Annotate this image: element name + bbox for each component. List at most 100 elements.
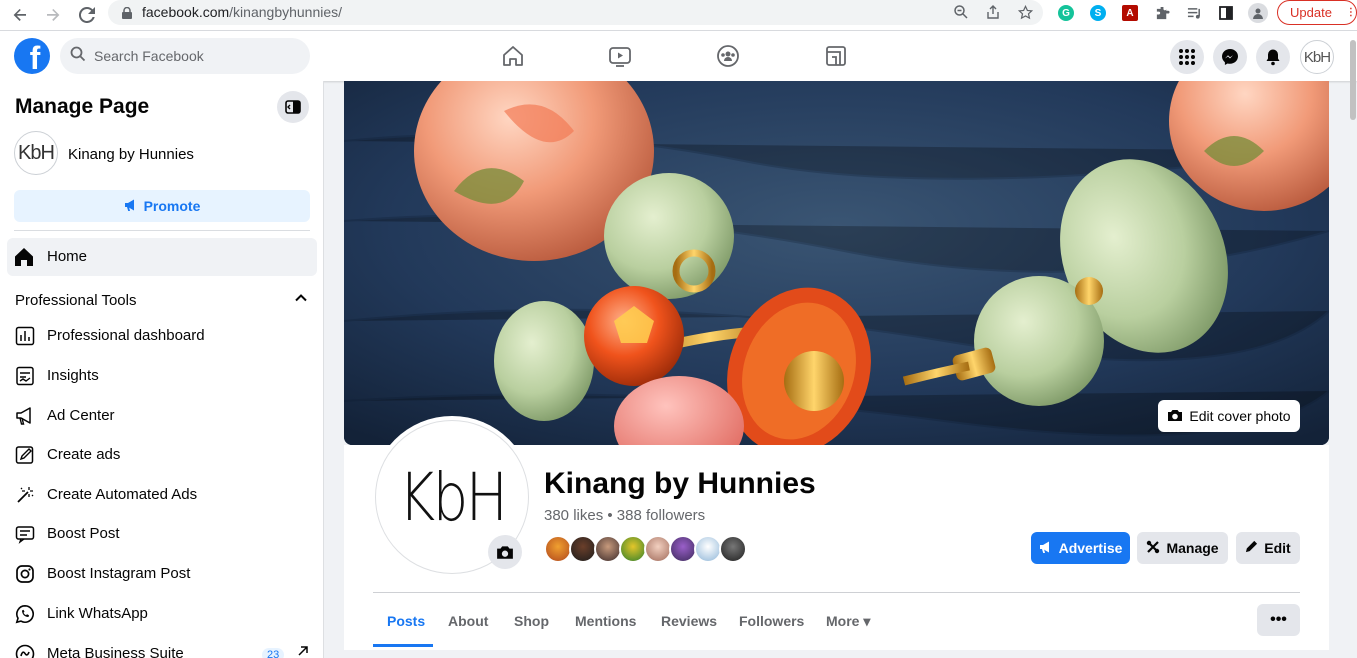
tab-mentions[interactable]: Mentions xyxy=(575,613,636,629)
avatar[interactable] xyxy=(669,535,697,563)
sidebar-item-label: Home xyxy=(47,248,88,265)
sidebar-item-link-whatsapp[interactable]: Link WhatsApp xyxy=(7,596,317,632)
kebab-menu-icon: ⋮ xyxy=(1345,6,1356,18)
forward-icon[interactable] xyxy=(42,4,64,26)
sidebar-divider xyxy=(14,230,310,231)
edit-cover-photo-label: Edit cover photo xyxy=(1189,408,1291,424)
bookmark-star-icon[interactable] xyxy=(1016,3,1034,21)
sidebar-item-label: Boost Instagram Post xyxy=(47,565,191,582)
manage-label: Manage xyxy=(1166,540,1219,556)
page-stats[interactable]: 380 likes • 388 followers xyxy=(544,507,705,524)
sidebar-item-meta-business-suite[interactable]: Meta Business Suite 23 xyxy=(7,636,317,658)
address-bar[interactable]: facebook.com/kinangbyhunnies/ xyxy=(108,0,1043,25)
sidebar-item-label: Professional dashboard xyxy=(47,327,205,344)
back-icon[interactable] xyxy=(9,4,31,26)
side-panel-icon[interactable] xyxy=(1217,4,1235,22)
sidebar-item-label: Insights xyxy=(47,367,99,384)
menu-grid-icon[interactable] xyxy=(1170,40,1204,74)
sidebar-item-boost-post[interactable]: Boost Post xyxy=(7,516,317,552)
url-text: facebook.com/kinangbyhunnies/ xyxy=(142,4,342,20)
sidebar-item-label: Boost Post xyxy=(47,525,120,542)
cover-photo[interactable] xyxy=(344,81,1329,445)
facebook-logo[interactable]: f xyxy=(14,38,50,74)
insights-icon xyxy=(14,365,36,387)
tabs-divider xyxy=(373,592,1300,593)
promote-label: Promote xyxy=(143,198,201,214)
promote-button[interactable]: Promote xyxy=(14,190,310,222)
tab-about[interactable]: About xyxy=(448,613,488,629)
manage-page-sidebar: Manage Page KbH Kinang by Hunnies Promot… xyxy=(0,81,324,658)
avatar[interactable] xyxy=(719,535,747,563)
home-icon xyxy=(13,246,35,273)
whatsapp-icon xyxy=(14,603,36,625)
instagram-icon xyxy=(14,563,36,585)
extensions-icon[interactable] xyxy=(1153,4,1171,22)
advertise-button[interactable]: Advertise xyxy=(1031,532,1130,564)
zoom-icon[interactable] xyxy=(952,3,970,21)
tab-shop[interactable]: Shop xyxy=(514,613,549,629)
collapse-sidebar-icon[interactable] xyxy=(277,91,309,123)
megaphone-icon xyxy=(1039,540,1053,557)
more-options-button[interactable]: ••• xyxy=(1257,604,1300,636)
facebook-logo-letter: f xyxy=(29,40,41,74)
pencil-icon xyxy=(14,444,36,466)
sidebar-item-label: Meta Business Suite xyxy=(47,645,184,658)
share-icon[interactable] xyxy=(984,3,1002,21)
sidebar-item-ad-center[interactable]: Ad Center xyxy=(7,398,317,434)
update-button[interactable]: Update ⋮ xyxy=(1277,0,1357,25)
sidebar-item-boost-instagram-post[interactable]: Boost Instagram Post xyxy=(7,556,317,592)
profile-icon[interactable] xyxy=(1248,3,1268,23)
sidebar-item-home[interactable]: Home xyxy=(7,238,317,276)
browser-toolbar: facebook.com/kinangbyhunnies/ G S A Upda… xyxy=(0,0,1357,31)
pdf-icon[interactable]: A xyxy=(1122,5,1138,21)
sidebar-item-create-ads[interactable]: Create ads xyxy=(7,437,317,473)
nav-home-icon[interactable] xyxy=(485,39,541,73)
external-link-icon xyxy=(297,644,309,658)
sidebar-item-label: Ad Center xyxy=(47,407,115,424)
nav-groups-icon[interactable] xyxy=(700,39,756,73)
edit-button[interactable]: Edit xyxy=(1236,532,1300,564)
tab-posts[interactable]: Posts xyxy=(387,613,425,629)
professional-tools-header[interactable]: Professional Tools xyxy=(15,292,136,309)
sidebar-item-insights[interactable]: Insights xyxy=(7,358,317,394)
messenger-icon[interactable] xyxy=(1213,40,1247,74)
page-scrollbar[interactable] xyxy=(1350,40,1356,120)
notifications-bell-icon[interactable] xyxy=(1256,40,1290,74)
avatar[interactable] xyxy=(644,535,672,563)
dashboard-icon xyxy=(14,325,36,347)
grammarly-icon[interactable]: G xyxy=(1058,5,1074,21)
avatar[interactable] xyxy=(594,535,622,563)
sidebar-page-avatar[interactable]: KbH xyxy=(14,131,58,175)
avatar[interactable] xyxy=(569,535,597,563)
manage-button[interactable]: Manage xyxy=(1137,532,1228,564)
sidebar-page-name[interactable]: Kinang by Hunnies xyxy=(68,146,194,163)
avatar[interactable] xyxy=(619,535,647,563)
search-box[interactable] xyxy=(60,38,310,74)
avatar[interactable] xyxy=(544,535,572,563)
facebook-header: f KbH xyxy=(0,31,1357,81)
page-logo-text: KbH xyxy=(398,458,508,536)
search-input[interactable] xyxy=(94,48,294,64)
megaphone-icon xyxy=(14,405,36,427)
edit-cover-photo-button[interactable]: Edit cover photo xyxy=(1158,400,1300,432)
lock-icon xyxy=(122,6,132,24)
camera-icon[interactable] xyxy=(488,535,522,569)
boost-post-icon xyxy=(14,523,36,545)
edit-label: Edit xyxy=(1264,540,1291,556)
tab-reviews[interactable]: Reviews xyxy=(661,613,717,629)
reload-icon[interactable] xyxy=(76,4,98,26)
tab-followers[interactable]: Followers xyxy=(739,613,804,629)
account-avatar[interactable]: KbH xyxy=(1300,40,1334,74)
avatar[interactable] xyxy=(694,535,722,563)
tools-icon xyxy=(1146,540,1160,557)
sidebar-item-label: Create Automated Ads xyxy=(47,486,198,503)
camera-icon xyxy=(1167,408,1183,425)
nav-watch-icon[interactable] xyxy=(592,39,648,73)
tab-more[interactable]: More ▾ xyxy=(826,613,870,630)
chevron-up-icon[interactable] xyxy=(294,291,308,310)
media-control-icon[interactable] xyxy=(1185,4,1203,22)
sidebar-item-professional-dashboard[interactable]: Professional dashboard xyxy=(7,318,317,354)
sidebar-item-create-automated-ads[interactable]: Create Automated Ads xyxy=(7,477,317,513)
skype-icon[interactable]: S xyxy=(1090,5,1106,21)
nav-gaming-icon[interactable] xyxy=(808,39,864,73)
